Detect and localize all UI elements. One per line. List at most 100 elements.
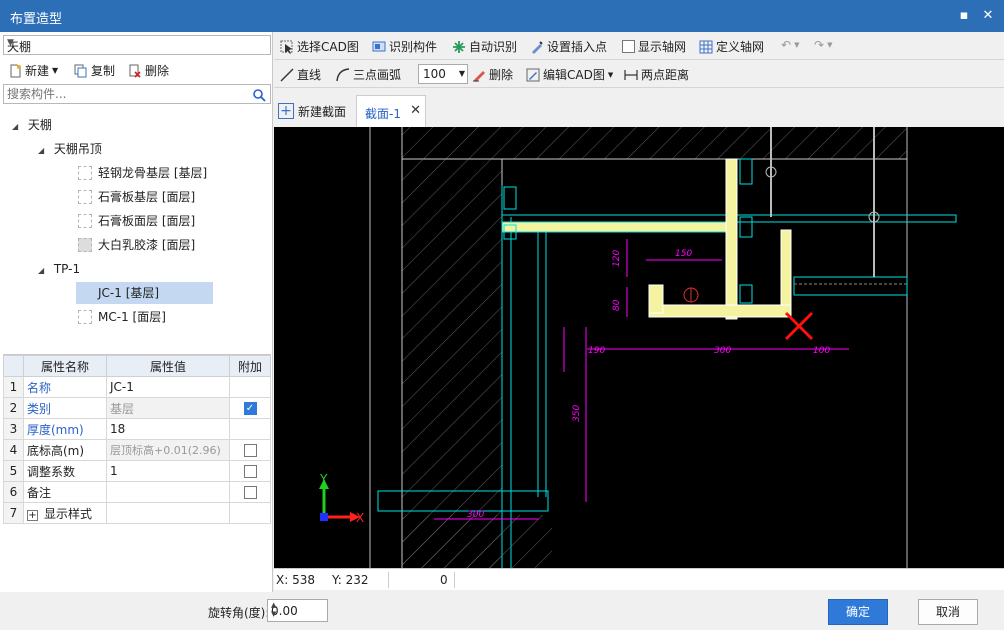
tab-section-1[interactable]: 截面-1 ✕ [356, 95, 426, 127]
expand-arrow-icon[interactable]: ◢ [38, 140, 50, 162]
layer-icon [78, 309, 92, 324]
close-icon[interactable]: ✕ [978, 6, 998, 26]
auto-identify-button[interactable]: 自动识别 [452, 38, 517, 55]
new-file-icon [10, 64, 21, 77]
plus-icon: + [278, 103, 294, 119]
tree-node-light-steel-keel[interactable]: 轻钢龙骨基层 [基层] [78, 162, 207, 184]
draw-toolbar: 直线 三点画弧 100 ▼ 删除 编辑CAD图 ▼ 两点距离 [274, 60, 1004, 88]
tree-node-ceiling[interactable]: ◢ 天棚 [12, 114, 52, 136]
chevron-down-icon: ▼ [794, 41, 800, 49]
status-bar: X: 538 Y: 232 0 [274, 568, 1004, 590]
tree-node-tp1[interactable]: ◢ TP-1 [38, 258, 80, 280]
arc-icon [336, 67, 350, 81]
table-row: 2 类别 基层 ✓ [3, 397, 271, 419]
layer-icon [78, 165, 92, 180]
new-button[interactable]: 新建 ▼ [8, 62, 58, 79]
insert-point-icon [532, 40, 543, 54]
copy-button[interactable]: 复制 [74, 62, 115, 79]
edit-cad-button[interactable]: 编辑CAD图 ▼ [526, 66, 613, 83]
rotation-input[interactable]: 0.00 ▲ ▼ [267, 599, 328, 622]
tree-node-jc1[interactable]: JC-1 [基层] [76, 282, 213, 304]
checkbox-checked[interactable]: ✓ [243, 402, 257, 415]
tree-node-gypsum-surface[interactable]: 石膏板面层 [面层] [78, 210, 195, 232]
property-name: 调整系数 [23, 460, 107, 482]
checkbox[interactable] [243, 465, 257, 478]
property-value[interactable]: 层顶标高+0.01(2.96) [106, 439, 230, 461]
layer-icon [78, 285, 92, 300]
identify-icon [372, 41, 386, 51]
erase-button[interactable]: 删除 [472, 66, 513, 83]
dim-label: 300 [714, 346, 731, 356]
table-row: 6 备注 [3, 481, 271, 503]
tree-node-gypsum-base[interactable]: 石膏板基层 [面层] [78, 186, 195, 208]
tree-node-latex-paint[interactable]: 大白乳胶漆 [面层] [78, 234, 195, 256]
cad-canvas[interactable]: 150 120 80 190 300 100 350 300 Y X [274, 127, 1004, 568]
new-section-button[interactable]: + 新建截面 [278, 99, 346, 123]
component-type-select[interactable]: 天棚 ▼ [3, 35, 271, 55]
search-icon[interactable] [252, 88, 266, 102]
property-value[interactable]: JC-1 [106, 376, 230, 398]
property-value[interactable] [106, 481, 230, 503]
layer-texture-icon [78, 237, 92, 252]
eraser-icon [473, 70, 485, 82]
maximize-icon[interactable]: ▪ [954, 6, 974, 26]
dim-label: 190 [588, 346, 605, 356]
undo-button[interactable]: ↶ ▼ [781, 38, 799, 52]
spinner-arrows-icon[interactable]: ▲ ▼ [271, 601, 325, 619]
table-row: 4 底标高(m) 层顶标高+0.01(2.96) [3, 439, 271, 461]
table-row: 3 厚度(mm) 18 [3, 418, 271, 440]
dim-label: 350 [572, 405, 582, 422]
component-panel: 天棚 ▼ 新建 ▼ 复制 删除 ◢ 天棚 [0, 32, 273, 592]
ok-button[interactable]: 确定 [828, 599, 888, 625]
axis-y-label: Y [319, 472, 328, 486]
dim-label: 300 [467, 510, 484, 520]
coord-x: X: 538 [276, 573, 315, 587]
table-row: 1 名称 JC-1 [3, 376, 271, 398]
table-row: 5 调整系数 1 [3, 460, 271, 482]
property-name: 显示样式 [44, 506, 93, 521]
section-tabs: + 新建截面 截面-1 ✕ [274, 89, 1004, 127]
chevron-down-icon: ▼ [52, 66, 59, 75]
tree-node-suspended-ceiling[interactable]: ◢ 天棚吊顶 [38, 138, 102, 160]
dim-label: 100 [813, 346, 830, 356]
identify-component-button[interactable]: 识别构件 [372, 38, 437, 55]
table-row: 7 + 显示样式 [3, 502, 271, 524]
expand-arrow-icon[interactable]: ◢ [12, 116, 24, 138]
checkbox[interactable] [243, 444, 257, 457]
chevron-down-icon: ▼ [827, 41, 833, 49]
chevron-down-icon: ▼ [7, 38, 14, 48]
edit-cad-icon [526, 68, 540, 81]
arc-tool-button[interactable]: 三点画弧 [336, 66, 401, 83]
expand-plus-icon[interactable]: + [27, 509, 38, 521]
property-name: 名称 [23, 376, 107, 398]
component-toolbar: 新建 ▼ 复制 删除 [0, 58, 273, 82]
search-input[interactable] [4, 85, 244, 102]
column-header-extra: 附加 [229, 355, 271, 377]
undo-icon: ↶ [781, 38, 792, 52]
close-tab-icon[interactable]: ✕ [410, 103, 421, 118]
redo-button[interactable]: ↷ ▼ [814, 38, 832, 52]
property-value[interactable]: 18 [106, 418, 230, 440]
column-header-value: 属性值 [106, 355, 230, 377]
property-value[interactable]: 1 [106, 460, 230, 482]
chevron-down-icon: ▼ [607, 70, 614, 79]
tree-node-mc1[interactable]: MC-1 [面层] [78, 306, 166, 328]
checkbox[interactable] [243, 486, 257, 499]
select-cad-button[interactable]: 选择CAD图 [280, 38, 359, 55]
set-insert-point-button[interactable]: 设置插入点 [530, 38, 607, 55]
search-box [3, 84, 271, 104]
show-grid-toggle[interactable]: 显示轴网 [622, 38, 686, 55]
size-select[interactable]: 100 ▼ [418, 64, 468, 84]
property-name: 厚度(mm) [23, 418, 107, 440]
rotation-label: 旋转角(度): [208, 606, 270, 620]
title-bar: 布置造型 ▪ ✕ [0, 0, 1004, 32]
expand-arrow-icon[interactable]: ◢ [38, 260, 50, 282]
delete-button[interactable]: 删除 [128, 62, 169, 79]
line-tool-button[interactable]: 直线 [280, 66, 321, 83]
define-grid-button[interactable]: 定义轴网 [699, 38, 764, 55]
checkbox[interactable] [622, 40, 635, 53]
auto-identify-icon [453, 40, 465, 53]
cancel-button[interactable]: 取消 [918, 599, 978, 625]
measure-distance-button[interactable]: 两点距离 [624, 66, 689, 83]
coord-y: Y: 232 [332, 573, 369, 587]
